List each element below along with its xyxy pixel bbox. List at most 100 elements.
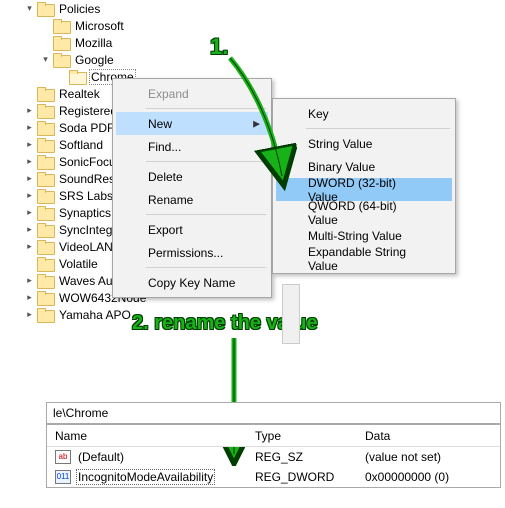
menu-item-label: Binary Value	[308, 160, 375, 174]
chevron-right-icon[interactable]: ▸	[24, 292, 35, 303]
folder-icon	[53, 53, 69, 66]
menu-item-label: QWORD (64-bit) Value	[308, 199, 428, 227]
chevron-down-icon[interactable]: ▾	[40, 54, 51, 65]
folder-icon	[37, 121, 53, 134]
menu-item[interactable]: Copy Key Name	[116, 271, 268, 294]
tree-node[interactable]: ▾ Policies	[0, 0, 300, 17]
menu-item[interactable]: New ▶	[116, 112, 268, 135]
chevron-down-icon[interactable]: ▾	[24, 3, 35, 14]
value-data: 0x00000000 (0)	[357, 470, 500, 484]
folder-icon	[37, 172, 53, 185]
menu-item[interactable]: Permissions...	[116, 241, 268, 264]
path-text: le\Chrome	[53, 406, 108, 420]
value-name: (Default)	[76, 450, 126, 464]
chevron-right-icon[interactable]: ▸	[24, 156, 35, 167]
tree-node-label: Microsoft	[73, 19, 126, 33]
tree-scrollbar[interactable]	[282, 284, 300, 344]
value-type: REG_DWORD	[247, 470, 357, 484]
menu-separator	[146, 267, 266, 268]
menu-item-label: Delete	[148, 170, 183, 184]
tree-node-label: Realtek	[57, 87, 102, 101]
tree-node-label: Volatile	[57, 257, 100, 271]
menu-item-label: Copy Key Name	[148, 276, 235, 290]
menu-item-label: Multi-String Value	[308, 229, 402, 243]
tree-node-label: SRS Labs	[57, 189, 115, 203]
list-row[interactable]: 011 IncognitoModeAvailability REG_DWORD0x0…	[47, 467, 500, 487]
chevron-right-icon[interactable]: ▸	[24, 241, 35, 252]
chevron-right-icon[interactable]: ▸	[24, 139, 35, 150]
menu-item: Expand	[116, 82, 268, 105]
folder-icon	[53, 19, 69, 32]
menu-item-label: Find...	[148, 140, 181, 154]
menu-item-label: Key	[308, 107, 329, 121]
folder-icon	[37, 155, 53, 168]
menu-item-label: String Value	[308, 137, 372, 151]
menu-item[interactable]: String Value	[276, 132, 452, 155]
expander-none	[24, 258, 35, 269]
chevron-right-icon[interactable]: ▸	[24, 173, 35, 184]
menu-item-label: Expand	[148, 87, 189, 101]
tree-node-label: Mozilla	[73, 36, 114, 50]
annotation-step1: 1.	[210, 34, 228, 60]
expander-none	[56, 71, 67, 82]
expander-none	[40, 20, 51, 31]
menu-item[interactable]: Rename	[116, 188, 268, 211]
submenu-arrow-icon: ▶	[253, 118, 260, 129]
menu-item[interactable]: Delete	[116, 165, 268, 188]
col-header-name[interactable]: Name	[47, 429, 247, 443]
folder-icon	[37, 206, 53, 219]
folder-icon	[37, 138, 53, 151]
folder-icon	[37, 308, 53, 321]
folder-icon	[37, 223, 53, 236]
folder-icon	[37, 2, 53, 15]
chevron-right-icon[interactable]: ▸	[24, 122, 35, 133]
folder-icon	[37, 274, 53, 287]
menu-item-label: Permissions...	[148, 246, 223, 260]
values-list[interactable]: Name Type Data ab (Default) REG_SZ(value n…	[46, 424, 501, 488]
context-menu[interactable]: Expand New ▶ Find... Delete Rename Export Permi…	[112, 78, 272, 298]
folder-icon	[53, 36, 69, 49]
chevron-right-icon[interactable]: ▸	[24, 190, 35, 201]
chevron-right-icon[interactable]: ▸	[24, 275, 35, 286]
chevron-right-icon[interactable]: ▸	[24, 207, 35, 218]
menu-item-label: Rename	[148, 193, 193, 207]
tree-node-label: Yamaha APO	[57, 308, 133, 322]
folder-icon	[37, 240, 53, 253]
menu-separator	[146, 161, 266, 162]
value-name: IncognitoModeAvailability	[76, 469, 215, 485]
tree-node-label: Policies	[57, 2, 102, 16]
tree-node[interactable]: ▾ Google	[0, 51, 300, 68]
col-header-type[interactable]: Type	[247, 429, 357, 443]
menu-item[interactable]: Find...	[116, 135, 268, 158]
menu-item[interactable]: Export	[116, 218, 268, 241]
tree-node[interactable]: Mozilla	[0, 34, 300, 51]
binary-value-icon: 011	[55, 470, 71, 484]
chevron-right-icon[interactable]: ▸	[24, 309, 35, 320]
folder-icon	[37, 87, 53, 100]
list-header[interactable]: Name Type Data	[47, 425, 500, 447]
tree-node-label: Google	[73, 53, 116, 67]
col-header-data[interactable]: Data	[357, 429, 500, 443]
tree-node-label: VideoLAN	[57, 240, 115, 254]
chevron-right-icon[interactable]: ▸	[24, 224, 35, 235]
tree-node[interactable]: Microsoft	[0, 17, 300, 34]
list-row[interactable]: ab (Default) REG_SZ(value not set)	[47, 447, 500, 467]
string-value-icon: ab	[55, 450, 71, 464]
expander-none	[24, 88, 35, 99]
expander-none	[40, 37, 51, 48]
menu-item-label: Export	[148, 223, 183, 237]
menu-separator	[306, 128, 450, 129]
menu-item[interactable]: QWORD (64-bit) Value	[276, 201, 452, 224]
chevron-right-icon[interactable]: ▸	[24, 105, 35, 116]
value-data: (value not set)	[357, 450, 500, 464]
path-bar[interactable]: le\Chrome	[46, 402, 501, 424]
folder-icon	[37, 104, 53, 117]
menu-item[interactable]: Key	[276, 102, 452, 125]
menu-item-label: New	[148, 117, 172, 131]
menu-item[interactable]: Expandable String Value	[276, 247, 452, 270]
tree-node-label: Synaptics	[57, 206, 113, 220]
tree-node-label: Softland	[57, 138, 105, 152]
new-submenu[interactable]: KeyString ValueBinary ValueDWORD (32-bit…	[272, 98, 456, 274]
value-type: REG_SZ	[247, 450, 357, 464]
folder-icon	[69, 70, 85, 83]
